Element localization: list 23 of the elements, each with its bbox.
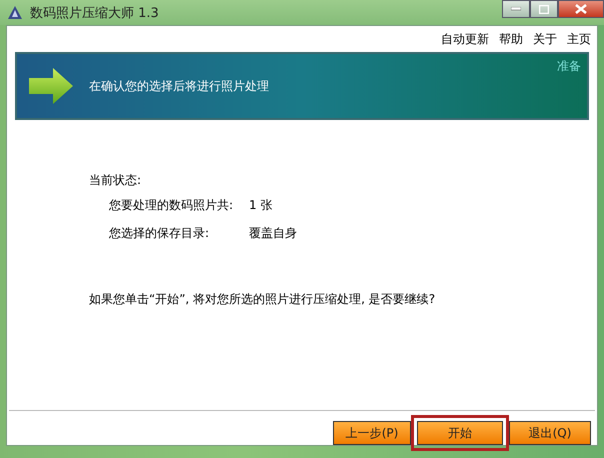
menu-item[interactable]: 关于 [533,31,557,48]
maximize-button[interactable] [530,0,558,18]
status-heading: 当前状态: [89,172,142,189]
close-icon [575,4,587,14]
status-value: 覆盖自身 [249,225,297,242]
step-label: 准备 [557,58,581,75]
back-button[interactable]: 上一步(P) [333,421,411,445]
close-button[interactable] [558,0,604,18]
status-label: 您要处理的数码照片共: [109,197,234,214]
menu-item[interactable]: 主页 [567,31,591,48]
exit-button[interactable]: 退出(Q) [509,421,591,445]
banner-message: 在确认您的选择后将进行照片处理 [89,78,269,94]
maximize-icon [539,4,549,14]
minimize-icon [511,7,521,11]
app-icon [6,4,24,20]
status-value: 1 张 [249,197,272,214]
menu-item[interactable]: 帮助 [499,31,523,48]
arrow-icon [27,67,75,105]
menu-item[interactable]: 自动更新 [441,31,489,48]
status-label: 您选择的保存目录: [109,225,210,242]
minimize-button[interactable] [502,0,530,18]
confirm-question: 如果您单击“开始”, 将对您所选的照片进行压缩处理, 是否要继续? [89,291,436,308]
window-title: 数码照片压缩大师 1.3 [30,4,160,22]
